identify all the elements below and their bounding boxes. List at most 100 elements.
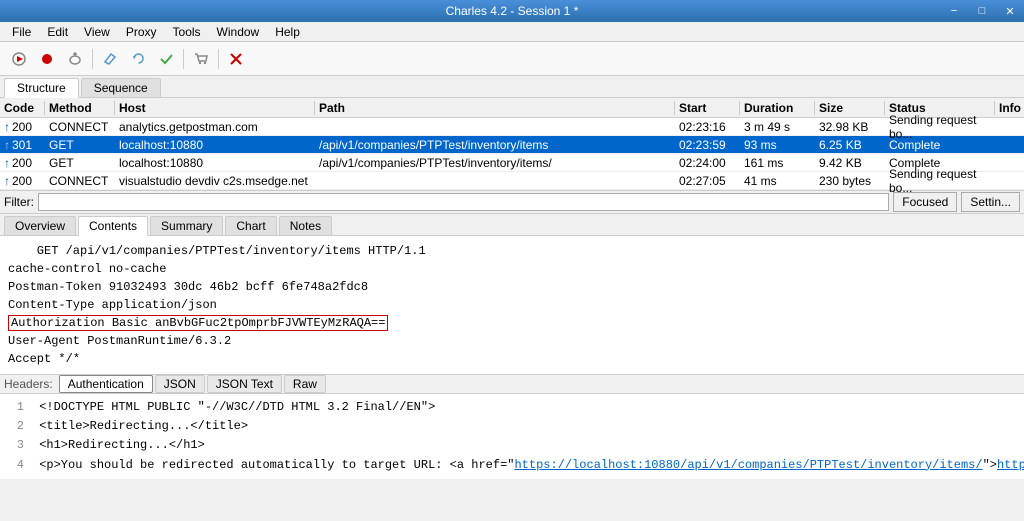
col-header-path: Path xyxy=(315,101,675,115)
col-header-method: Method xyxy=(45,101,115,115)
body-line: 2 <title>Redirecting...</title> xyxy=(8,417,1016,436)
table-row[interactable]: ↑200 GET localhost:10880 /api/v1/compani… xyxy=(0,154,1024,172)
cell-code: ↑301 xyxy=(0,138,45,152)
toolbar-separator-2 xyxy=(183,49,184,69)
toolbar xyxy=(0,42,1024,76)
sub-tab-json-text[interactable]: JSON Text xyxy=(207,375,282,393)
header-value: 91032493 30dc 46b2 bcff 6fe748a2fdc8 xyxy=(109,280,368,294)
filter-input[interactable] xyxy=(38,193,889,211)
toolbar-check-button[interactable] xyxy=(153,46,179,72)
header-key: cache-control xyxy=(8,262,109,276)
tab-sequence[interactable]: Sequence xyxy=(81,78,161,97)
col-header-duration: Duration xyxy=(740,101,815,115)
tab-overview[interactable]: Overview xyxy=(4,216,76,235)
settings-button[interactable]: Settin... xyxy=(961,192,1020,212)
body-line: 4 <p>You should be redirected automatica… xyxy=(8,456,1016,475)
menu-help[interactable]: Help xyxy=(267,23,308,41)
tab-structure[interactable]: Structure xyxy=(4,78,79,98)
toolbar-refresh-button[interactable] xyxy=(125,46,151,72)
request-line: GET /api/v1/companies/PTPTest/inventory/… xyxy=(8,242,1016,260)
cell-host: analytics.getpostman.com xyxy=(115,120,315,134)
sub-tabs: Headers: Authentication JSON JSON Text R… xyxy=(0,374,1024,394)
tab-notes[interactable]: Notes xyxy=(279,216,332,235)
cell-host: localhost:10880 xyxy=(115,156,315,170)
cell-size: 9.42 KB xyxy=(815,156,885,170)
table-row[interactable]: ↑301 GET localhost:10880 /api/v1/compani… xyxy=(0,136,1024,154)
toolbar-clear-button[interactable] xyxy=(62,46,88,72)
cell-code: ↑200 xyxy=(0,174,45,188)
cell-method: GET xyxy=(45,138,115,152)
sub-tab-json[interactable]: JSON xyxy=(155,375,205,393)
header-value: PostmanRuntime/6.3.2 xyxy=(87,334,231,348)
line-num: 2 xyxy=(8,417,24,436)
cell-path: /api/v1/companies/PTPTest/inventory/item… xyxy=(315,156,675,170)
header-authorization: Authorization Basic anBvbGFuc2tpOmprbFJV… xyxy=(8,314,1016,332)
header-accept: Accept */* xyxy=(8,350,1016,368)
col-header-start: Start xyxy=(675,101,740,115)
maximize-button[interactable]: □ xyxy=(968,0,996,22)
cell-host: visualstudio devdiv c2s.msedge.net xyxy=(115,174,315,188)
filter-label: Filter: xyxy=(4,195,34,209)
line-text: <title>Redirecting...</title> xyxy=(39,419,248,433)
col-header-code: Code xyxy=(0,101,45,115)
header-key: Postman-Token xyxy=(8,280,109,294)
header-key: Content-Type xyxy=(8,298,102,312)
cell-status: Sending request bo... xyxy=(885,113,995,141)
table-row[interactable]: ↑200 CONNECT visualstudio devdiv c2s.mse… xyxy=(0,172,1024,190)
tab-chart[interactable]: Chart xyxy=(225,216,276,235)
toolbar-pen-button[interactable] xyxy=(97,46,123,72)
close-button[interactable]: ✕ xyxy=(996,0,1024,22)
line-text: <p>You should be redirected automaticall… xyxy=(39,458,514,472)
link-display: https://localhost:10880/api/v1/companies… xyxy=(997,458,1024,472)
cell-duration: 161 ms xyxy=(740,156,815,170)
toolbar-separator-1 xyxy=(92,49,93,69)
header-value: no-cache xyxy=(109,262,167,276)
toolbar-x-button[interactable] xyxy=(223,46,249,72)
title-bar: Charles 4.2 - Session 1 * − □ ✕ xyxy=(0,0,1024,22)
sub-tab-authentication[interactable]: Authentication xyxy=(59,375,153,393)
menu-tools[interactable]: Tools xyxy=(165,23,209,41)
line-num: 1 xyxy=(8,398,24,417)
cell-duration: 41 ms xyxy=(740,174,815,188)
header-value: */* xyxy=(58,352,80,366)
table-row[interactable]: ↑200 CONNECT analytics.getpostman.com 02… xyxy=(0,118,1024,136)
cell-duration: 93 ms xyxy=(740,138,815,152)
line-text-cont: "> xyxy=(983,458,997,472)
view-tabs: Structure Sequence xyxy=(0,76,1024,98)
sub-tab-raw[interactable]: Raw xyxy=(284,375,326,393)
up-arrow: ↑ xyxy=(4,138,10,152)
sub-tab-label: Headers: xyxy=(4,377,53,391)
request-line-text: GET /api/v1/companies/PTPTest/inventory/… xyxy=(8,244,426,258)
menu-proxy[interactable]: Proxy xyxy=(118,23,165,41)
menu-file[interactable]: File xyxy=(4,23,39,41)
header-content-type: Content-Type application/json xyxy=(8,296,1016,314)
toolbar-start-button[interactable] xyxy=(6,46,32,72)
toolbar-separator-3 xyxy=(218,49,219,69)
minimize-button[interactable]: − xyxy=(940,0,968,22)
content-tabs: Overview Contents Summary Chart Notes xyxy=(0,214,1024,236)
tab-summary[interactable]: Summary xyxy=(150,216,223,235)
focused-button[interactable]: Focused xyxy=(893,192,957,212)
cell-host: localhost:10880 xyxy=(115,138,315,152)
bottom-panel: Overview Contents Summary Chart Notes GE… xyxy=(0,214,1024,479)
tab-contents[interactable]: Contents xyxy=(78,216,148,236)
cell-start: 02:24:00 xyxy=(675,156,740,170)
title-text: Charles 4.2 - Session 1 * xyxy=(446,4,579,18)
cell-size: 6.25 KB xyxy=(815,138,885,152)
up-arrow: ↑ xyxy=(4,174,10,188)
menu-bar: File Edit View Proxy Tools Window Help xyxy=(0,22,1024,42)
cell-size: 32.98 KB xyxy=(815,120,885,134)
toolbar-cart-button[interactable] xyxy=(188,46,214,72)
menu-view[interactable]: View xyxy=(76,23,118,41)
toolbar-record-button[interactable] xyxy=(34,46,60,72)
col-header-size: Size xyxy=(815,101,885,115)
header-cache-control: cache-control no-cache xyxy=(8,260,1016,278)
cell-status: Sending request bo... xyxy=(885,167,995,195)
up-arrow: ↑ xyxy=(4,120,10,134)
cell-method: GET xyxy=(45,156,115,170)
menu-window[interactable]: Window xyxy=(209,23,268,41)
table-header: Code Method Host Path Start Duration Siz… xyxy=(0,98,1024,118)
header-postman-token: Postman-Token 91032493 30dc 46b2 bcff 6f… xyxy=(8,278,1016,296)
menu-edit[interactable]: Edit xyxy=(39,23,76,41)
table-body: ↑200 CONNECT analytics.getpostman.com 02… xyxy=(0,118,1024,190)
